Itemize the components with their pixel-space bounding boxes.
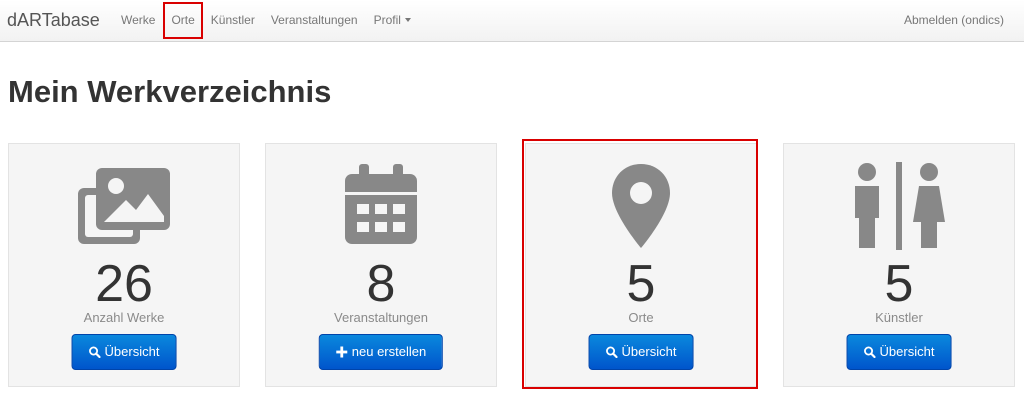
nav-item-orte[interactable]: Orte [163,2,203,39]
search-icon [864,337,876,371]
count-kuenstler: 5 [884,255,914,313]
label-veranstaltungen: Veranstaltungen [334,310,428,325]
nav-item-werke[interactable]: Werke [113,0,163,41]
nav-item-veranstaltungen[interactable]: Veranstaltungen [263,0,366,41]
nav-item-kuenstler[interactable]: Künstler [203,0,263,41]
uebersicht-orte-button[interactable]: Übersicht [588,334,694,371]
label-kuenstler: Künstler [875,310,923,325]
uebersicht-kuenstler-button[interactable]: Übersicht [846,334,952,371]
label-werke: Anzahl Werke [83,310,165,325]
nav-item-profil-label: Profil [373,13,401,27]
brand-logo[interactable]: dARTabase [7,0,100,41]
count-veranstaltungen: 8 [366,255,396,313]
card-veranstaltungen: 8 Veranstaltungen neu erstellen [265,143,497,387]
uebersicht-orte-label: Übersicht [621,344,677,359]
navbar: dARTabase Werke Orte Künstler Veranstalt… [0,0,1024,42]
neu-erstellen-button[interactable]: neu erstellen [318,334,444,371]
label-orte: Orte [628,310,654,325]
caret-down-icon [404,18,411,22]
restroom-icon [784,161,1014,251]
count-orte: 5 [626,255,656,313]
search-icon [89,337,101,371]
card-orte: 5 Orte Übersicht [525,143,757,387]
uebersicht-werke-button[interactable]: Übersicht [71,334,177,371]
neu-erstellen-label: neu erstellen [351,344,427,359]
search-icon [606,337,618,371]
map-marker-icon [526,161,756,251]
uebersicht-werke-label: Übersicht [104,344,160,359]
main-nav: Werke Orte Künstler Veranstaltungen Prof… [113,0,419,41]
count-werke: 26 [95,255,153,313]
images-icon [9,161,239,251]
plus-icon [336,337,348,371]
calendar-icon [266,161,496,251]
page-title: Mein Werkverzeichnis [8,74,332,109]
card-werke: 26 Anzahl Werke Übersicht [8,143,240,387]
nav-item-profil-dropdown[interactable]: Profil [366,0,419,41]
card-kuenstler: 5 Künstler Übersicht [783,143,1015,387]
logout-link[interactable]: Abmelden (ondics) [904,0,1004,41]
uebersicht-kuenstler-label: Übersicht [879,344,935,359]
